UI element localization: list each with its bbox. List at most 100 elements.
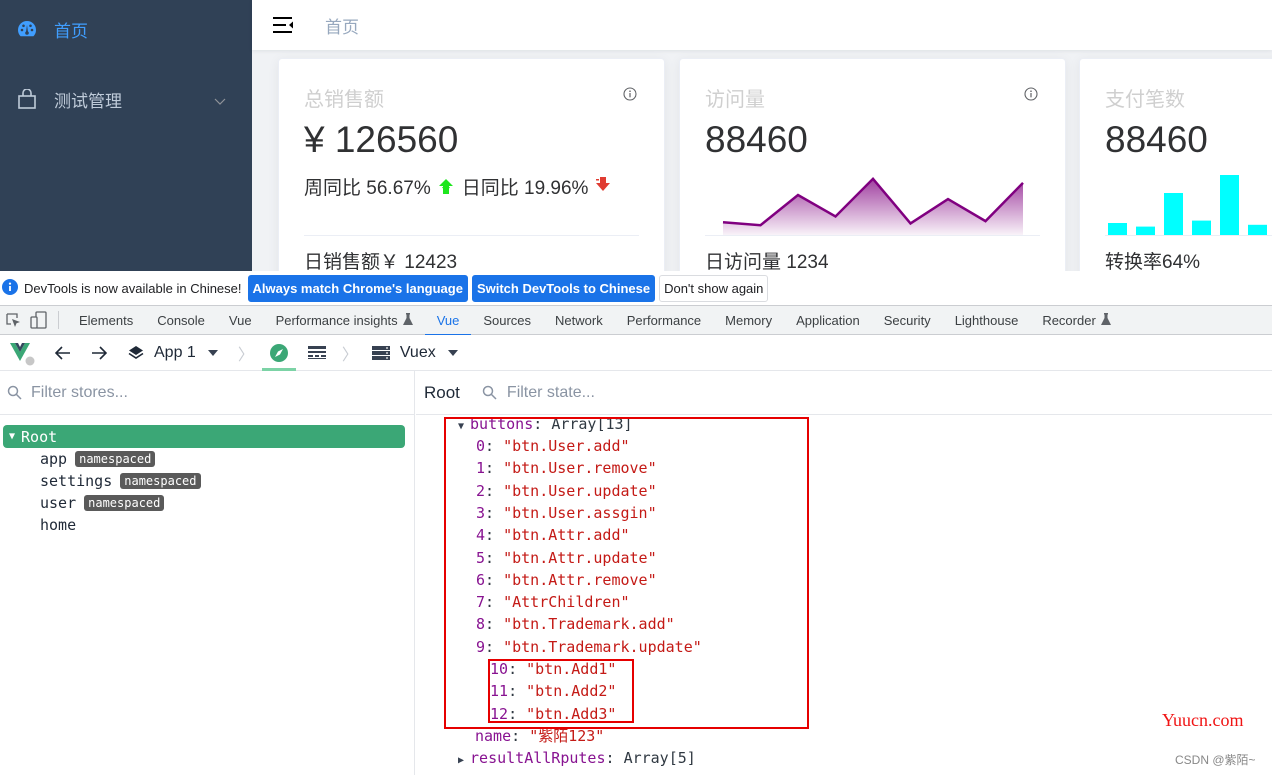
search-icon [7,385,22,400]
card-value: 88460 [1105,119,1208,160]
inspect-element-icon[interactable] [0,306,26,334]
state-pane: Root ▼buttons: Array[13] 0: "btn.User.ad… [416,371,1272,775]
experiment-flask-icon [1100,312,1111,328]
tab-vue[interactable]: Vue [217,306,264,335]
vue-devtools-toolbar: App 1 〉 〉 Vuex [0,335,1272,371]
store-item[interactable]: home [40,514,76,536]
store-name: settings [40,472,113,490]
highlight-box-inner [488,659,634,723]
devtools-infobar: DevTools is now available in Chinese! Al… [0,271,1272,305]
card-footer: 转换率64% [1105,252,1201,271]
divider [58,311,59,329]
hamburger-icon[interactable] [273,15,295,35]
compass-icon [269,343,289,363]
tab-performance[interactable]: Performance [615,306,713,335]
sidebar: 首页 测试管理 [0,0,252,271]
forward-arrow-icon[interactable] [88,335,110,371]
card-footer: 日销售额￥ 12423 [304,252,458,271]
infobar-message: DevTools is now available in Chinese! [24,280,242,296]
tab-recorder[interactable]: Recorder [1030,306,1122,335]
store-root-label: Root [21,427,58,446]
state-key-routes[interactable]: ▶ resultAllRputes: Array[5] [458,747,696,769]
tab-application[interactable]: Application [784,306,872,335]
arrow-down-icon [596,176,611,191]
tab-elements[interactable]: Elements [67,306,145,335]
tab-performance-insights[interactable]: Performance insights [264,306,425,335]
tab-label: Performance [626,312,702,328]
trend-row: 周同比 56.67% 日同比 19.96% [304,173,611,200]
store-item[interactable]: user namespaced [40,492,165,514]
server-icon [371,345,390,360]
tab-sources[interactable]: Sources [471,306,543,335]
store-name: app [40,450,68,468]
store-name: home [40,516,77,534]
tab-lighthouse[interactable]: Lighthouse [943,306,1031,335]
switch-to-chinese-button[interactable]: Switch DevTools to Chinese [471,274,656,302]
always-match-language-button[interactable]: Always match Chrome's language [247,274,468,302]
tab-label: Lighthouse [954,312,1019,328]
card-visits: 访问量 88460 日访问量 1234 [679,58,1066,271]
info-icon[interactable] [1024,87,1038,106]
divider [1105,235,1272,236]
inspector-tab[interactable] [261,335,296,371]
timeline-icon[interactable] [306,335,328,371]
store-name: user [40,494,77,512]
tab-vue[interactable]: Vue [424,306,472,336]
tab-list: Elements Console Vue Performance insights Vu… [67,306,1123,336]
app-selector[interactable]: App 1 [128,335,218,371]
device-toolbar-icon[interactable] [26,306,52,334]
store-item[interactable]: app namespaced [40,448,156,470]
shopping-bag-icon [16,88,38,110]
experiment-flask-icon [402,312,413,328]
area-fill [723,178,1023,235]
state-root-label: Root [424,382,460,402]
app-preview: 首页 测试管理 首页 总销售额 ¥ 126560 周同比 56.67% 日同比 … [0,0,1272,271]
payments-bar-chart [1108,175,1267,235]
chevron-down-icon [214,91,226,111]
store-root[interactable]: ▼ Root [3,425,405,448]
devtools-tab-bar: Elements Console Vue Performance insights Vu… [0,305,1272,336]
caret-down-icon [447,349,458,356]
bar [1108,223,1127,235]
dashboard-icon [16,18,38,40]
card-title: 访问量 [705,89,765,111]
tab-memory[interactable]: Memory [713,306,784,335]
filter-stores-input[interactable] [31,383,331,402]
sidebar-item-home[interactable]: 首页 [0,1,252,57]
plugin-selector[interactable]: Vuex [371,335,458,371]
bar [1220,175,1239,235]
key: resultAllRputes [470,749,606,767]
search-icon [482,385,497,400]
namespaced-badge: namespaced [120,473,201,489]
card-value: ¥ 126560 [304,119,459,160]
filter-state-input[interactable] [506,383,807,402]
state-filter: Root [416,371,1272,415]
info-icon [2,278,18,298]
divider [705,235,1040,236]
card-footer: 日访问量 1234 [705,252,829,271]
tab-label: Vue [228,312,252,328]
vue-logo-icon[interactable] [8,335,36,371]
bar [1164,193,1183,235]
namespaced-badge: namespaced [75,451,156,467]
bar [1192,220,1211,235]
sidebar-item-test-management[interactable]: 测试管理 [0,71,252,127]
store-item[interactable]: settings namespaced [40,470,201,492]
dont-show-again-button[interactable]: Don't show again [659,274,769,302]
back-arrow-icon[interactable] [52,335,74,371]
week-compare: 周同比 56.67% [304,178,431,199]
tab-label: Console [157,312,205,328]
tab-label: Sources [483,312,532,328]
card-payments: 支付笔数 88460 转换率64% [1079,58,1272,271]
layers-icon [128,345,144,361]
tab-console[interactable]: Console [145,306,217,335]
app-select-label: App 1 [154,343,196,361]
breadcrumb[interactable]: 首页 [325,13,359,38]
stores-filter [0,371,414,415]
divider [304,235,639,236]
card-title: 支付笔数 [1105,89,1185,111]
tab-network[interactable]: Network [543,306,615,335]
info-icon[interactable] [623,87,637,106]
bar [1136,226,1155,235]
tab-security[interactable]: Security [872,306,943,335]
